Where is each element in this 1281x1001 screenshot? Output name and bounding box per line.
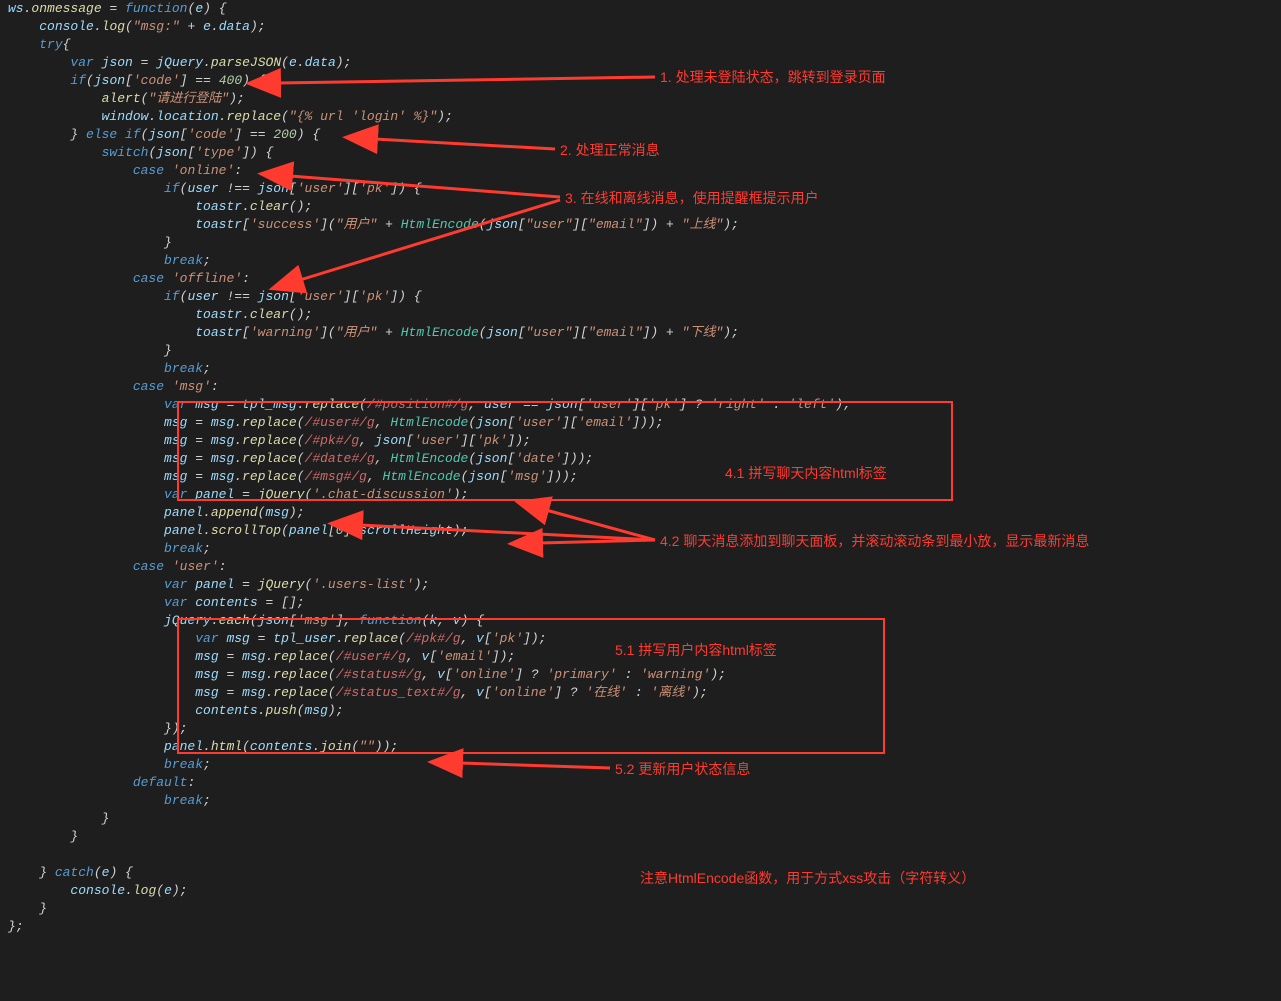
code-block: ws.onmessage = function(e) { console.log…	[0, 0, 1281, 936]
